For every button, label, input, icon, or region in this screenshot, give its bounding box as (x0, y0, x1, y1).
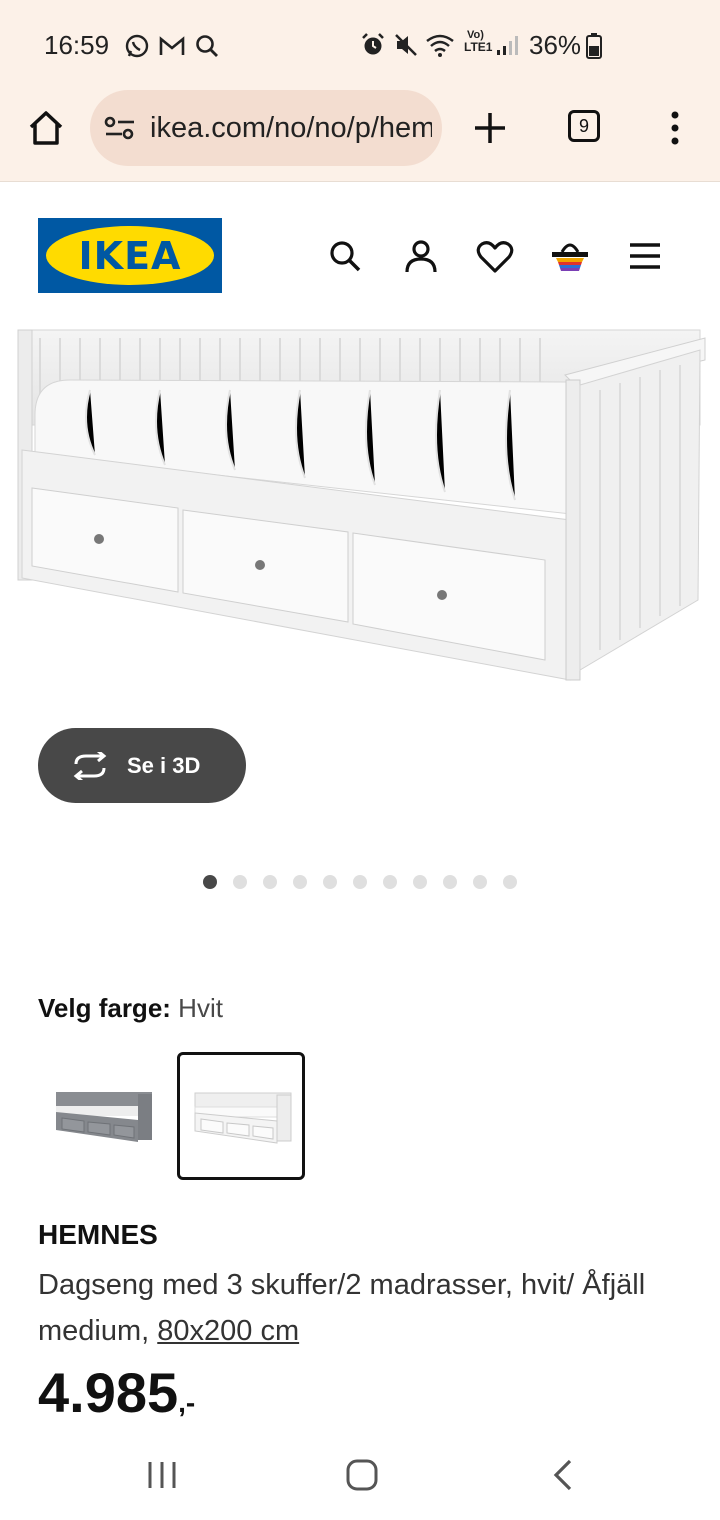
recents-icon[interactable] (146, 1460, 178, 1490)
product-price: 4.985,- (38, 1360, 195, 1436)
back-icon[interactable] (552, 1458, 574, 1492)
new-tab-icon[interactable] (472, 110, 508, 146)
price-value: 4.985 (38, 1361, 179, 1424)
view-3d-button[interactable]: Se i 3D (38, 728, 246, 803)
mute-icon (395, 34, 417, 56)
carousel-dot[interactable] (383, 875, 397, 889)
carousel-dot[interactable] (353, 875, 367, 889)
logo-text: IKEA (78, 234, 182, 278)
product-name: HEMNES (38, 1219, 158, 1250)
selected-color: Hvit (178, 993, 223, 1023)
grey-daybed-thumbnail (56, 1092, 152, 1142)
gmail-icon (159, 36, 185, 55)
url-text[interactable]: ikea.com/no/no/p/hemnes (150, 110, 432, 150)
color-label: Velg farge: (38, 993, 171, 1023)
tab-count: 9 (578, 116, 589, 136)
white-daybed-thumbnail (194, 1092, 292, 1144)
ikea-logo[interactable]: IKEA (38, 218, 222, 293)
battery-percent: 36% (529, 30, 582, 60)
rotate-3d-icon (73, 752, 107, 780)
browser-chrome: 16:59 LTE1 Vo) 36% ikea.com/no/no/p/hemn… (0, 0, 720, 182)
menu-icon[interactable] (628, 241, 662, 271)
carousel-pagination (0, 875, 720, 891)
battery-icon (586, 33, 602, 59)
carousel-dot[interactable] (233, 875, 247, 889)
home-nav-icon[interactable] (346, 1459, 378, 1491)
home-icon[interactable] (26, 108, 66, 148)
status-search-icon (196, 35, 218, 57)
basket-icon[interactable] (550, 238, 590, 274)
color-option-white[interactable] (177, 1052, 305, 1180)
status-time: 16:59 (44, 30, 110, 60)
product-description: Dagseng med 3 skuffer/2 madrasser, hvit/… (38, 1262, 688, 1354)
color-picker-label: Velg farge: Hvit (38, 992, 223, 1024)
product-description-text: Dagseng med 3 skuffer/2 madrasser, hvit/… (38, 1269, 646, 1347)
carousel-dot[interactable] (503, 875, 517, 889)
site-settings-icon[interactable] (104, 114, 136, 142)
view-3d-label: Se i 3D (127, 753, 201, 778)
carousel-dot[interactable] (473, 875, 487, 889)
tab-switcher-button[interactable]: 9 (568, 110, 600, 142)
product-image[interactable] (0, 320, 720, 700)
color-option-grey[interactable] (38, 1052, 166, 1180)
search-icon[interactable] (328, 239, 362, 273)
carousel-dot[interactable] (443, 875, 457, 889)
carousel-dot[interactable] (263, 875, 277, 889)
alarm-icon (362, 33, 384, 55)
wifi-icon (426, 34, 454, 57)
browser-menu-icon[interactable] (668, 110, 682, 146)
carousel-dot[interactable] (203, 875, 217, 889)
account-icon[interactable] (403, 238, 439, 274)
system-nav-bar (0, 1430, 720, 1520)
product-size-link[interactable]: 80x200 cm (157, 1315, 299, 1347)
signal-icon (497, 36, 518, 55)
carousel-dot[interactable] (293, 875, 307, 889)
favourites-icon[interactable] (476, 240, 514, 274)
network-label: LTE1 (464, 40, 493, 54)
carousel-dot[interactable] (323, 875, 337, 889)
volte-label: Vo) (467, 29, 484, 41)
status-bar: 16:59 LTE1 Vo) 36% (0, 0, 720, 90)
whatsapp-icon (125, 34, 149, 58)
price-suffix: ,- (178, 1387, 196, 1418)
carousel-dot[interactable] (413, 875, 427, 889)
